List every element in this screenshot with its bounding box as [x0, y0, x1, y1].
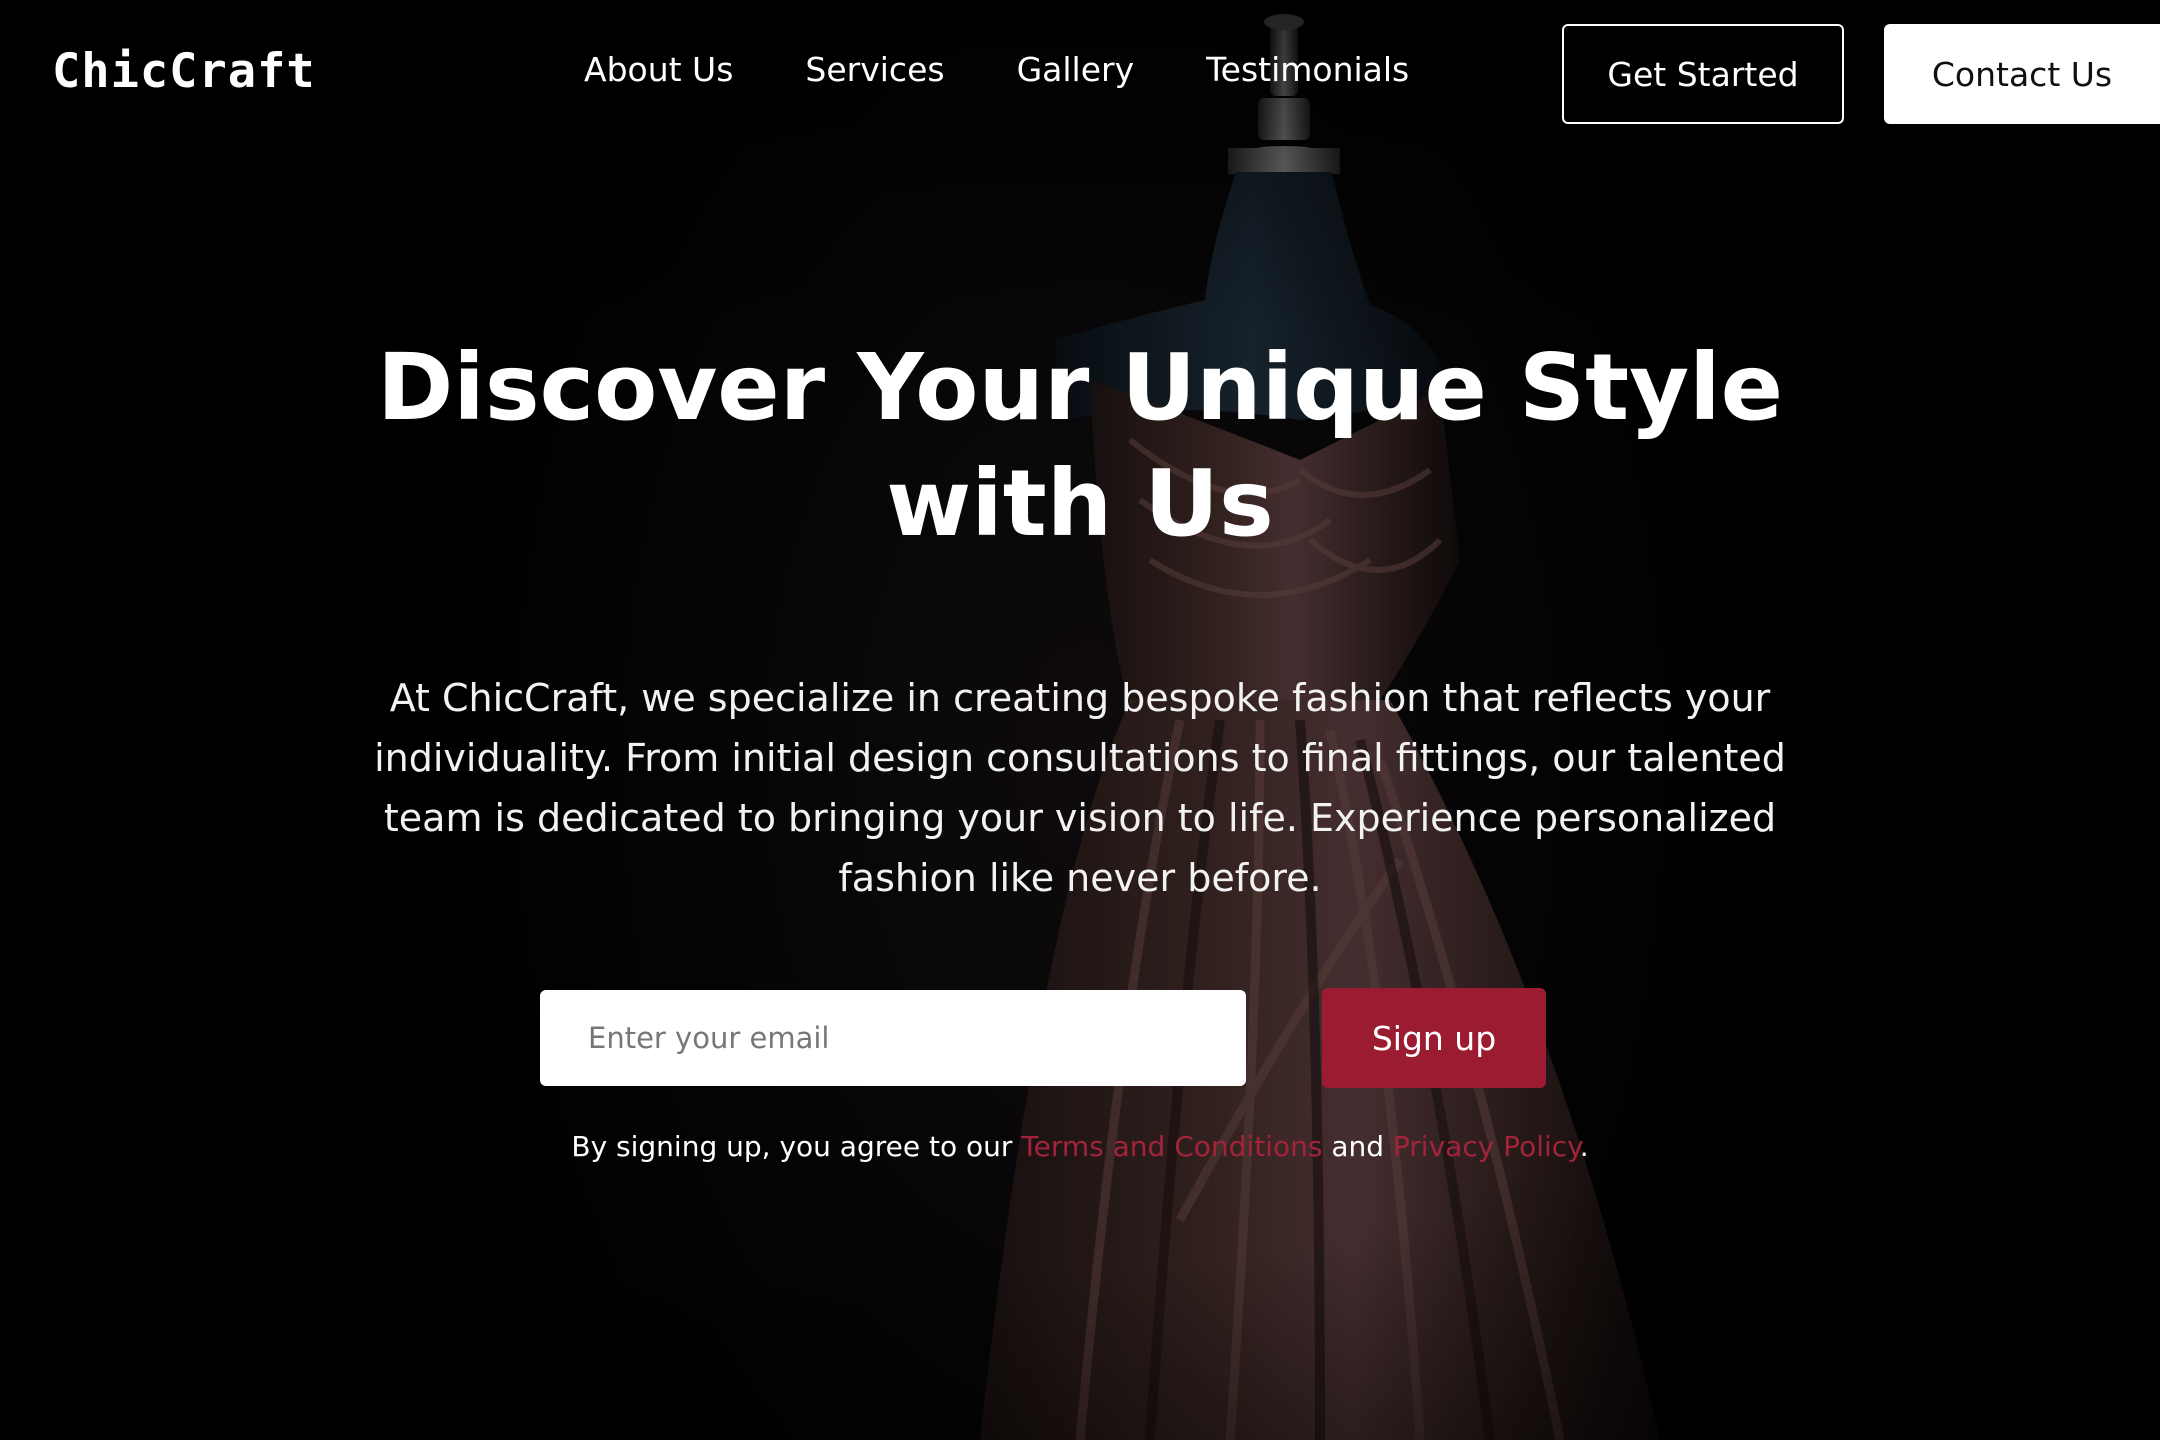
email-input[interactable] — [540, 990, 1246, 1086]
site-header: ChicCraft About Us Services Gallery Test… — [0, 0, 2160, 148]
brand-logo[interactable]: ChicCraft — [52, 44, 316, 99]
privacy-policy-link[interactable]: Privacy Policy — [1393, 1130, 1580, 1163]
consent-prefix: By signing up, you agree to our — [571, 1130, 1022, 1163]
hero-title: Discover Your Unique Style with Us — [330, 330, 1830, 562]
consent-suffix: . — [1579, 1130, 1589, 1163]
consent-middle: and — [1322, 1130, 1393, 1163]
hero-title-line-2: with Us — [886, 450, 1274, 557]
terms-and-conditions-link[interactable]: Terms and Conditions — [1021, 1130, 1322, 1163]
main-nav: About Us Services Gallery Testimonials — [584, 50, 1409, 89]
landing-page: ChicCraft About Us Services Gallery Test… — [0, 0, 2160, 1440]
sign-up-button[interactable]: Sign up — [1322, 988, 1546, 1088]
nav-link-about-us[interactable]: About Us — [584, 50, 733, 89]
nav-link-gallery[interactable]: Gallery — [1017, 50, 1135, 89]
hero-title-line-1: Discover Your Unique Style — [376, 334, 1784, 441]
nav-link-services[interactable]: Services — [805, 50, 944, 89]
nav-link-testimonials[interactable]: Testimonials — [1206, 50, 1409, 89]
signup-consent-text: By signing up, you agree to our Terms an… — [330, 1130, 1830, 1163]
contact-us-button[interactable]: Contact Us — [1884, 24, 2160, 124]
signup-form: Sign up — [540, 988, 1630, 1088]
hero-description: At ChicCraft, we specialize in creating … — [374, 676, 1786, 900]
get-started-button[interactable]: Get Started — [1562, 24, 1844, 124]
